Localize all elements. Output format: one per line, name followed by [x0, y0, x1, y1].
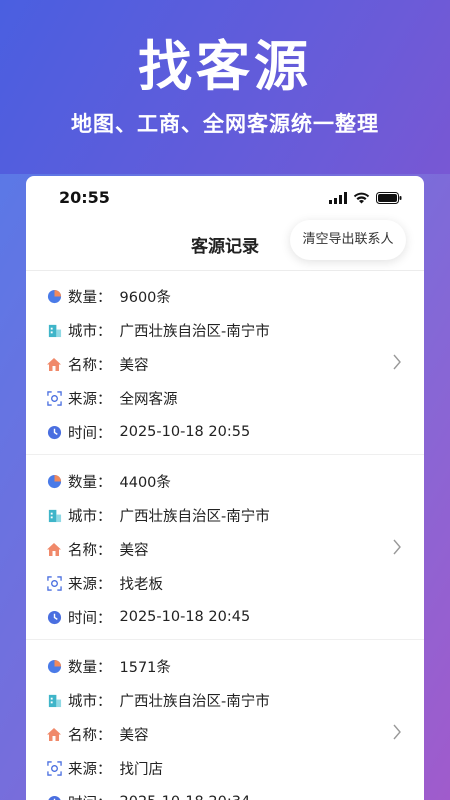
battery-icon: [376, 192, 402, 204]
city-value: 广西壮族自治区-南宁市: [119, 508, 270, 525]
status-time: 20:55: [59, 188, 110, 207]
pie-chart-icon: [46, 658, 62, 674]
count-value: 9600条: [119, 289, 171, 306]
time-row: 时间： 2025-10-18 20:34: [46, 790, 250, 800]
phone-screen: 20:55 客源记录 清空导出联系人 数量： 9600条 城市： 广西壮族自治区…: [26, 176, 424, 800]
count-value: 1571条: [119, 659, 171, 676]
time-value: 2025-10-18 20:45: [119, 609, 251, 625]
home-icon: [46, 356, 62, 372]
city-row: 城市： 广西壮族自治区-南宁市: [46, 503, 270, 527]
source-label: 来源：: [68, 391, 112, 408]
count-value: 4400条: [119, 474, 171, 491]
name-label: 名称：: [68, 727, 112, 744]
city-row: 城市： 广西壮族自治区-南宁市: [46, 318, 270, 342]
count-row: 数量： 1571条: [46, 654, 171, 678]
clock-icon: [46, 794, 62, 800]
count-row: 数量： 4400条: [46, 469, 171, 493]
record-list: 数量： 9600条 城市： 广西壮族自治区-南宁市 名称： 美容 来源： 全网客…: [26, 270, 424, 800]
wifi-icon: [353, 192, 370, 204]
name-value: 美容: [119, 542, 149, 559]
city-row: 城市： 广西壮族自治区-南宁市: [46, 688, 270, 712]
source-row: 来源： 找门店: [46, 756, 163, 780]
city-value: 广西壮族自治区-南宁市: [119, 323, 270, 340]
name-value: 美容: [119, 727, 149, 744]
city-label: 城市：: [68, 323, 112, 340]
record-item[interactable]: 数量： 1571条 城市： 广西壮族自治区-南宁市 名称： 美容 来源： 找门店: [26, 640, 424, 800]
clear-export-contacts-button[interactable]: 清空导出联系人: [290, 220, 406, 260]
source-value: 找门店: [119, 761, 164, 778]
name-label: 名称：: [68, 357, 112, 374]
time-label: 时间：: [68, 610, 112, 627]
city-value: 广西壮族自治区-南宁市: [119, 693, 270, 710]
name-label: 名称：: [68, 542, 112, 559]
city-label: 城市：: [68, 508, 112, 525]
name-row: 名称： 美容: [46, 722, 149, 746]
name-row: 名称： 美容: [46, 537, 149, 561]
count-label: 数量：: [68, 474, 112, 491]
clock-icon: [46, 424, 62, 440]
name-row: 名称： 美容: [46, 352, 149, 376]
scan-icon: [46, 575, 62, 591]
building-icon: [46, 507, 62, 523]
count-label: 数量：: [68, 659, 112, 676]
nav-bar: 客源记录 清空导出联系人: [26, 220, 424, 271]
time-label: 时间：: [68, 425, 112, 442]
chevron-right-icon[interactable]: [392, 539, 402, 559]
count-row: 数量： 9600条: [46, 284, 171, 308]
source-label: 来源：: [68, 576, 112, 593]
building-icon: [46, 692, 62, 708]
pie-chart-icon: [46, 288, 62, 304]
chevron-right-icon[interactable]: [392, 354, 402, 374]
count-label: 数量：: [68, 289, 112, 306]
record-item[interactable]: 数量： 9600条 城市： 广西壮族自治区-南宁市 名称： 美容 来源： 全网客…: [26, 270, 424, 455]
clock-icon: [46, 609, 62, 625]
time-label: 时间：: [68, 792, 112, 800]
hero-subtitle: 地图、工商、全网客源统一整理: [71, 112, 379, 136]
scan-icon: [46, 390, 62, 406]
hero-title: 找客源: [138, 35, 312, 98]
source-value: 全网客源: [119, 391, 178, 408]
home-icon: [46, 541, 62, 557]
home-icon: [46, 726, 62, 742]
name-value: 美容: [119, 357, 149, 374]
time-value: 2025-10-18 20:34: [120, 794, 251, 800]
record-item[interactable]: 数量： 4400条 城市： 广西壮族自治区-南宁市 名称： 美容 来源： 找老板…: [26, 455, 424, 640]
signal-icon: [329, 192, 347, 204]
status-bar: 20:55: [26, 176, 424, 220]
scan-icon: [46, 760, 62, 776]
pie-chart-icon: [46, 473, 62, 489]
building-icon: [46, 322, 62, 338]
source-value: 找老板: [119, 576, 164, 593]
city-label: 城市：: [68, 693, 112, 710]
chevron-right-icon[interactable]: [392, 724, 402, 744]
source-row: 来源： 全网客源: [46, 386, 178, 410]
source-label: 来源：: [68, 761, 112, 778]
time-value: 2025-10-18 20:55: [119, 424, 251, 440]
time-row: 时间： 2025-10-18 20:45: [46, 605, 250, 629]
source-row: 来源： 找老板: [46, 571, 163, 595]
time-row: 时间： 2025-10-18 20:55: [46, 420, 250, 444]
